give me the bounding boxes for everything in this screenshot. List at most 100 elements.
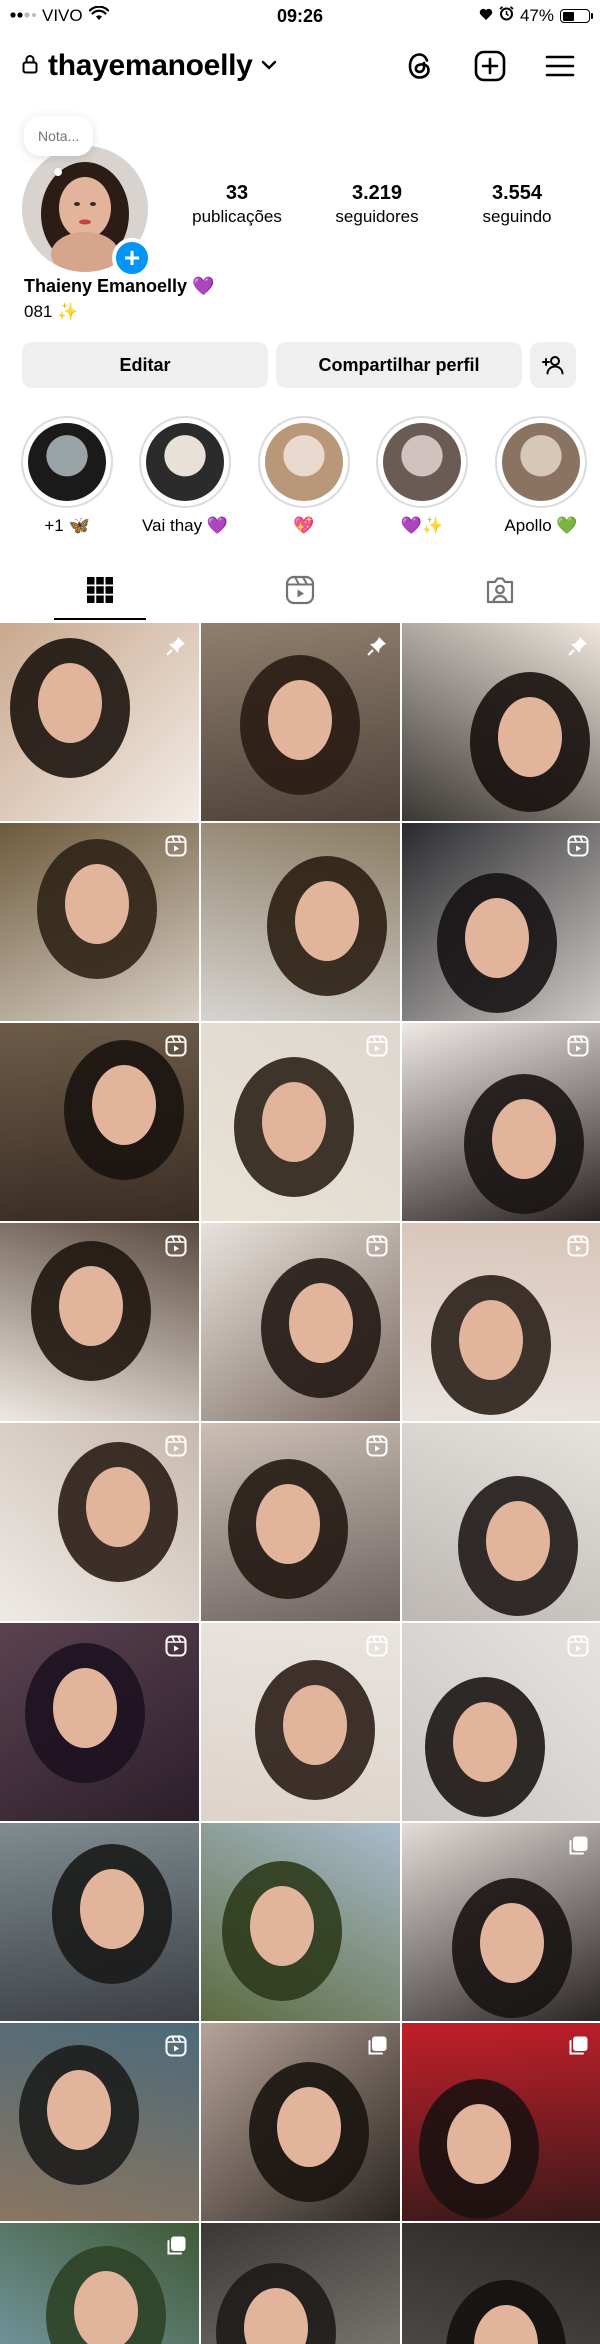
- post-thumbnail[interactable]: [0, 1823, 199, 2021]
- pin-icon: [565, 633, 591, 659]
- chevron-down-icon[interactable]: [261, 57, 277, 75]
- highlight-label: Vai thay 💜: [141, 516, 229, 535]
- signal-icon: [10, 6, 36, 26]
- post-thumbnail[interactable]: [402, 1223, 600, 1421]
- post-thumbnail[interactable]: [201, 823, 400, 1021]
- photo-face-shape: [250, 1886, 314, 1966]
- post-thumbnail[interactable]: [402, 1023, 600, 1221]
- highlight-ring: [495, 416, 587, 508]
- highlight-item[interactable]: Apollo 💚: [493, 416, 589, 536]
- photo-face-shape: [80, 1869, 144, 1949]
- profile-tabs: [0, 560, 600, 620]
- stat-posts[interactable]: 33 publicações: [172, 182, 302, 227]
- carrier-label: VIVO: [42, 6, 83, 25]
- reel-icon: [364, 1633, 390, 1659]
- post-thumbnail[interactable]: [402, 2023, 600, 2221]
- note-placeholder: Nota...: [38, 128, 80, 144]
- tab-tagged[interactable]: [400, 560, 600, 620]
- battery-percent: 47%: [519, 6, 554, 25]
- threads-icon: [408, 53, 430, 79]
- add-user-icon: [542, 356, 564, 375]
- create-post-button[interactable]: [470, 46, 510, 86]
- post-thumbnail[interactable]: [0, 1223, 199, 1421]
- add-story-button[interactable]: +: [112, 238, 152, 278]
- photo-face-shape: [38, 663, 102, 743]
- tagged-icon: [486, 577, 514, 604]
- wifi-icon: [88, 5, 109, 26]
- post-thumbnail[interactable]: [0, 1023, 199, 1221]
- post-thumbnail[interactable]: [0, 2223, 199, 2344]
- post-thumbnail[interactable]: [0, 1423, 199, 1621]
- highlight-item[interactable]: +1 🦋: [19, 416, 115, 536]
- post-thumbnail[interactable]: [201, 1823, 400, 2021]
- post-thumbnail[interactable]: [201, 1623, 400, 1821]
- status-left: VIVO: [10, 5, 109, 26]
- profile-bio: 081 ✨: [24, 302, 79, 321]
- stat-following-value: 3.554: [491, 182, 543, 204]
- carousel-icon: [565, 1833, 591, 1859]
- carousel-icon: [565, 2033, 591, 2059]
- post-thumbnail[interactable]: [402, 623, 600, 821]
- reel-icon: [364, 1033, 390, 1059]
- post-thumbnail[interactable]: [402, 1823, 600, 2021]
- profile-avatar[interactable]: +: [22, 146, 152, 278]
- share-profile-button[interactable]: Compartilhar perfil: [276, 342, 522, 388]
- highlight-label: 💜✨: [400, 516, 444, 535]
- post-thumbnail[interactable]: [402, 823, 600, 1021]
- highlight-item[interactable]: Vai thay 💜: [137, 416, 233, 536]
- highlight-label: 💖: [293, 516, 315, 535]
- post-thumbnail[interactable]: [201, 1423, 400, 1621]
- post-thumbnail[interactable]: [0, 823, 199, 1021]
- pin-icon: [364, 633, 390, 659]
- tab-grid[interactable]: [0, 560, 200, 620]
- photo-face-shape: [447, 2104, 511, 2184]
- stat-following-label: seguindo: [482, 207, 552, 226]
- highlight-item[interactable]: 💖: [256, 416, 352, 536]
- post-thumbnail[interactable]: [0, 2023, 199, 2221]
- heart-icon: [479, 6, 493, 26]
- photo-face-shape: [295, 881, 359, 961]
- stat-posts-label: publicações: [192, 207, 282, 226]
- stat-following[interactable]: 3.554 seguindo: [452, 182, 582, 227]
- post-thumbnail[interactable]: [201, 1023, 400, 1221]
- note-bubble[interactable]: Nota...: [24, 116, 94, 156]
- profile-full-name: Thaieny Emanoelly 💜: [24, 276, 215, 296]
- grid-icon: [87, 577, 113, 603]
- post-thumbnail[interactable]: [201, 2223, 400, 2344]
- post-thumbnail[interactable]: [201, 623, 400, 821]
- reel-icon: [163, 833, 189, 859]
- reel-icon: [163, 2033, 189, 2059]
- discover-people-button[interactable]: [530, 342, 576, 388]
- reel-icon: [163, 1233, 189, 1259]
- stat-followers[interactable]: 3.219 seguidores: [312, 182, 442, 227]
- posts-grid: [0, 623, 600, 2344]
- pin-icon: [163, 633, 189, 659]
- highlight-cover: [146, 423, 224, 501]
- profile-actions: Editar Compartilhar perfil: [22, 342, 578, 388]
- threads-button[interactable]: [400, 46, 440, 86]
- reel-icon: [565, 833, 591, 859]
- photo-face-shape: [268, 680, 332, 760]
- post-thumbnail[interactable]: [402, 1623, 600, 1821]
- photo-face-shape: [480, 1903, 544, 1983]
- stat-followers-label: seguidores: [335, 207, 419, 226]
- highlight-ring: [258, 416, 350, 508]
- edit-profile-button[interactable]: Editar: [22, 342, 268, 388]
- post-thumbnail[interactable]: [0, 1623, 199, 1821]
- photo-face-shape: [74, 2271, 138, 2344]
- status-right: 47%: [479, 6, 593, 26]
- post-thumbnail[interactable]: [201, 1223, 400, 1421]
- post-thumbnail[interactable]: [201, 2023, 400, 2221]
- photo-face-shape: [459, 1300, 523, 1380]
- menu-button[interactable]: [540, 46, 580, 86]
- highlight-item[interactable]: 💜✨: [374, 416, 470, 536]
- post-thumbnail[interactable]: [402, 2223, 600, 2344]
- plus-icon: +: [123, 242, 141, 273]
- post-thumbnail[interactable]: [402, 1423, 600, 1621]
- post-thumbnail[interactable]: [0, 623, 199, 821]
- username[interactable]: thayemanoelly: [48, 49, 253, 83]
- photo-face-shape: [277, 2087, 341, 2167]
- photo-face-shape: [465, 898, 529, 978]
- photo-face-shape: [256, 1484, 320, 1564]
- tab-reels[interactable]: [200, 560, 400, 620]
